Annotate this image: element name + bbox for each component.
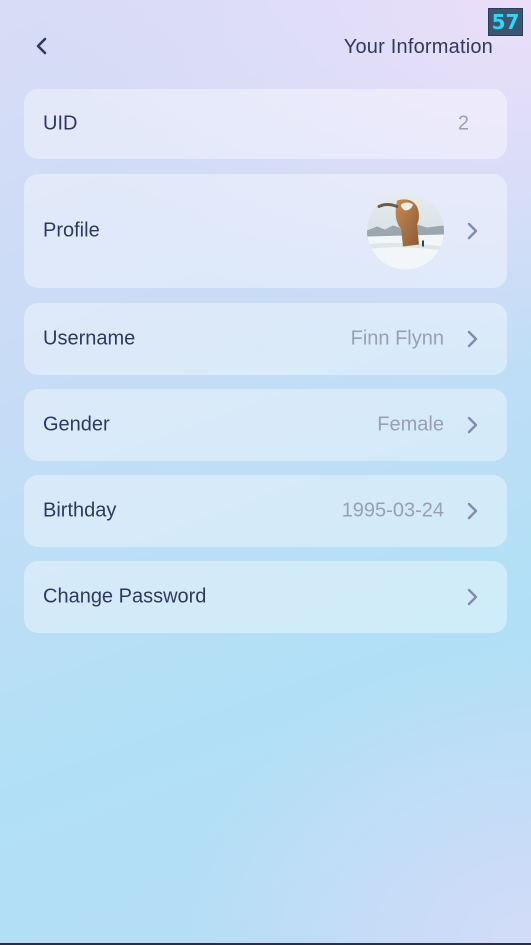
uid-label: UID: [43, 112, 78, 135]
chevron-left-icon: [35, 36, 49, 61]
username-value: Finn Flynn: [350, 327, 444, 350]
change-password-label: Change Password: [43, 585, 207, 608]
birthday-row[interactable]: Birthday 1995-03-24: [24, 475, 507, 547]
chevron-right-icon: [465, 586, 479, 608]
gender-row[interactable]: Gender Female: [24, 389, 507, 461]
uid-value: 2: [457, 112, 469, 135]
profile-label: Profile: [43, 219, 100, 242]
top-bar: Your Information: [0, 30, 531, 66]
username-row[interactable]: Username Finn Flynn: [24, 303, 507, 375]
back-button[interactable]: [28, 34, 56, 62]
chevron-right-icon: [465, 500, 479, 522]
birthday-value: 1995-03-24: [341, 499, 444, 522]
gender-label: Gender: [43, 413, 110, 436]
gender-value: Female: [377, 413, 444, 436]
profile-row[interactable]: Profile: [24, 174, 507, 288]
page-title: Your Information: [343, 36, 493, 58]
chevron-right-icon: [465, 220, 479, 242]
uid-row: UID 2: [24, 89, 507, 159]
chevron-right-icon: [465, 328, 479, 350]
avatar: [367, 192, 444, 270]
chevron-right-icon: [465, 414, 479, 436]
birthday-label: Birthday: [43, 499, 117, 522]
username-label: Username: [43, 327, 136, 350]
change-password-row[interactable]: Change Password: [24, 561, 507, 633]
